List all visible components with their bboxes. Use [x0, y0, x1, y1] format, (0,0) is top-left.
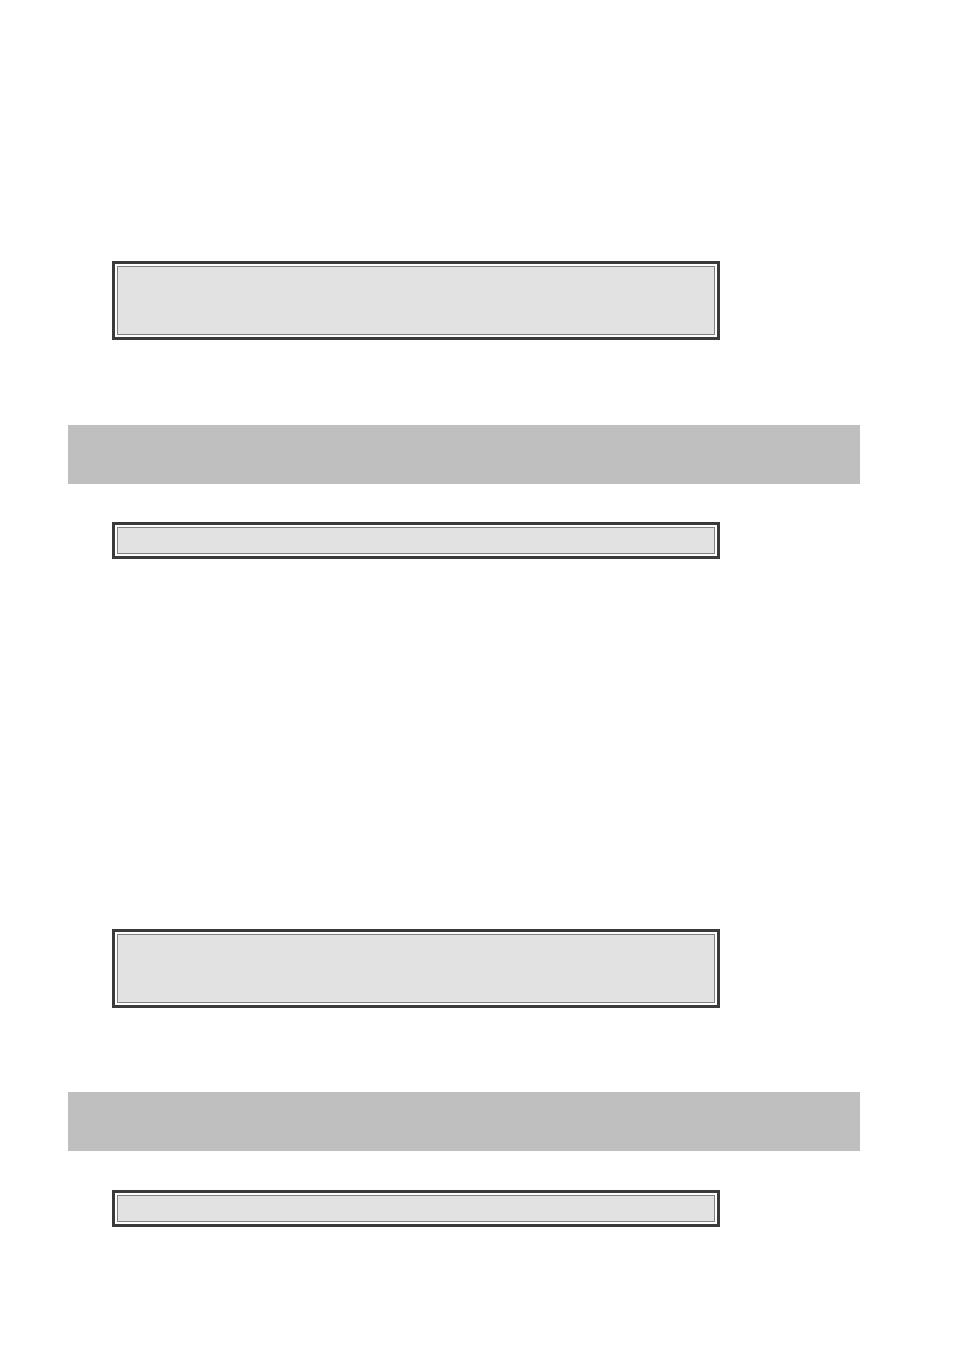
- page: [0, 0, 954, 1350]
- framed-box-2: [112, 522, 720, 559]
- framed-box-1: [112, 261, 720, 340]
- framed-box-4: [112, 1190, 720, 1227]
- flat-bar-2: [68, 1092, 860, 1151]
- framed-box-3: [112, 929, 720, 1008]
- flat-bar-1: [68, 425, 860, 484]
